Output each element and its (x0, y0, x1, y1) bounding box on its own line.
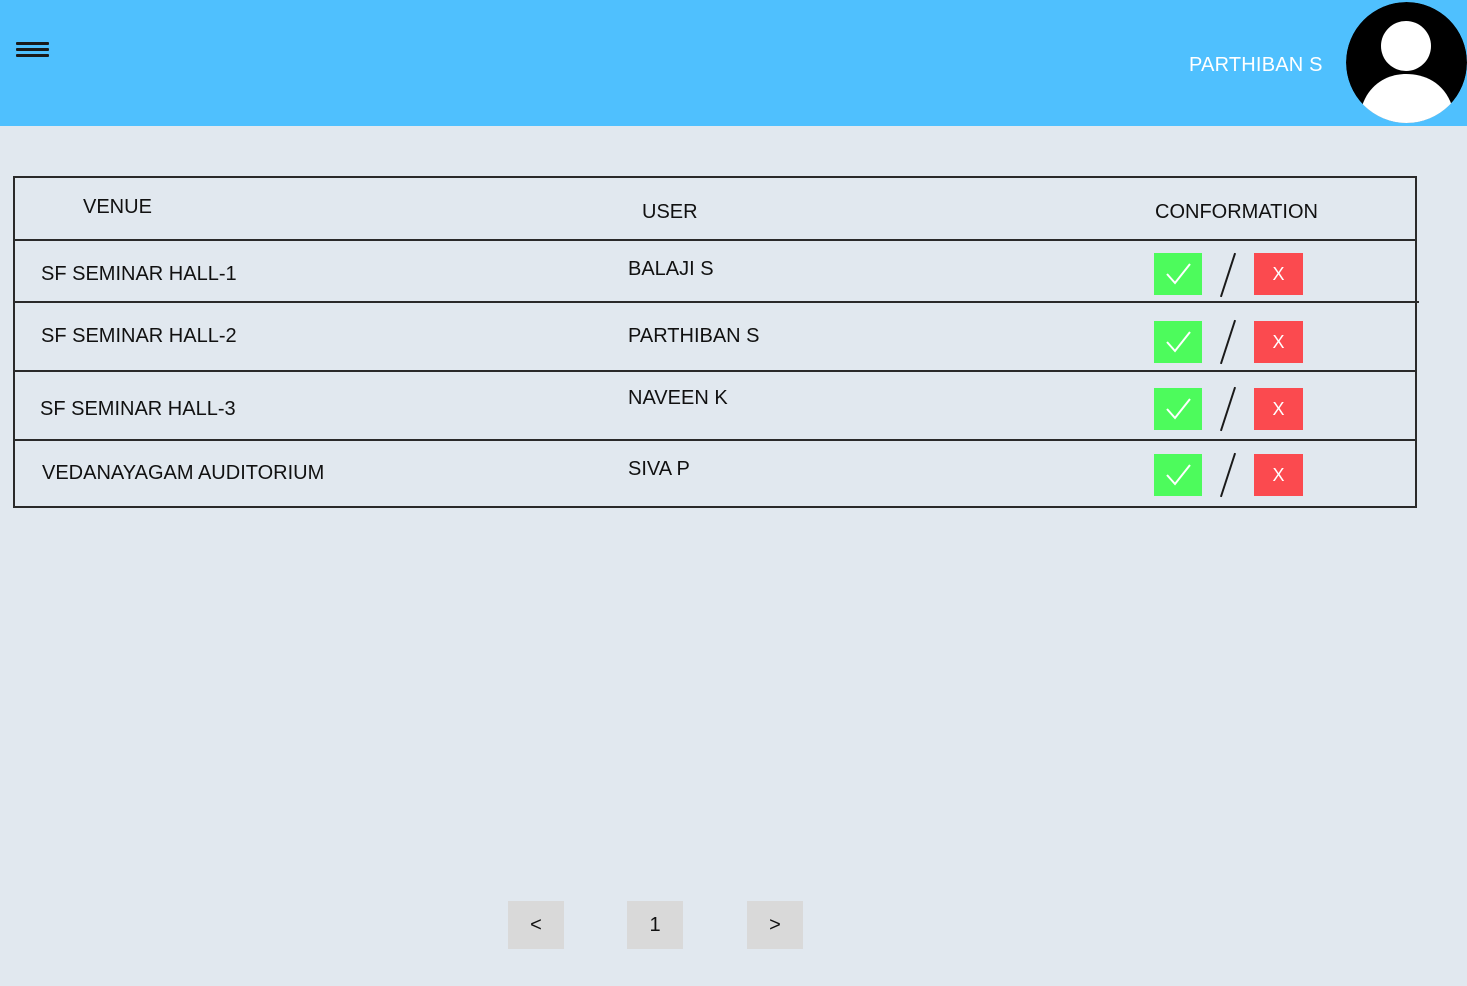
reject-button[interactable]: X (1254, 454, 1303, 496)
separator-slash (1219, 452, 1237, 498)
reject-button[interactable]: X (1254, 388, 1303, 430)
top-header: PARTHIBAN S (0, 0, 1467, 126)
user-cell: SIVA P (628, 458, 690, 480)
checkmark-icon (1166, 464, 1191, 486)
user-cell: NAVEEN K (628, 387, 728, 409)
user-cell: PARTHIBAN S (628, 325, 760, 347)
separator-slash (1219, 319, 1237, 365)
accept-button[interactable] (1154, 253, 1202, 295)
reject-button[interactable]: X (1254, 253, 1303, 295)
next-page-button[interactable]: > (747, 901, 803, 949)
accept-button[interactable] (1154, 388, 1202, 430)
checkmark-icon (1166, 331, 1191, 353)
venue-cell: SF SEMINAR HALL-1 (41, 263, 237, 285)
booking-table: VENUE USER CONFORMATION SF SEMINAR HALL-… (13, 176, 1419, 508)
column-header-confirmation: CONFORMATION (1155, 201, 1318, 223)
column-header-user: USER (642, 201, 698, 223)
venue-cell: VEDANAYAGAM AUDITORIUM (42, 462, 325, 484)
venue-cell: SF SEMINAR HALL-2 (41, 325, 237, 347)
separator-slash (1219, 252, 1237, 298)
hamburger-menu-icon[interactable] (16, 40, 50, 60)
header-username: PARTHIBAN S (1189, 54, 1323, 76)
user-cell: BALAJI S (628, 258, 714, 280)
accept-button[interactable] (1154, 321, 1202, 363)
table-divider (13, 239, 1417, 241)
user-avatar-icon[interactable] (1346, 2, 1467, 123)
venue-cell: SF SEMINAR HALL-3 (40, 398, 236, 420)
table-divider (15, 370, 1417, 372)
prev-page-button[interactable]: < (508, 901, 564, 949)
column-header-venue: VENUE (83, 196, 152, 218)
table-divider (15, 301, 1419, 303)
checkmark-icon (1166, 398, 1191, 420)
accept-button[interactable] (1154, 454, 1202, 496)
separator-slash (1219, 386, 1237, 432)
table-divider (13, 439, 1417, 441)
reject-button[interactable]: X (1254, 321, 1303, 363)
checkmark-icon (1166, 263, 1191, 285)
current-page-button[interactable]: 1 (627, 901, 683, 949)
